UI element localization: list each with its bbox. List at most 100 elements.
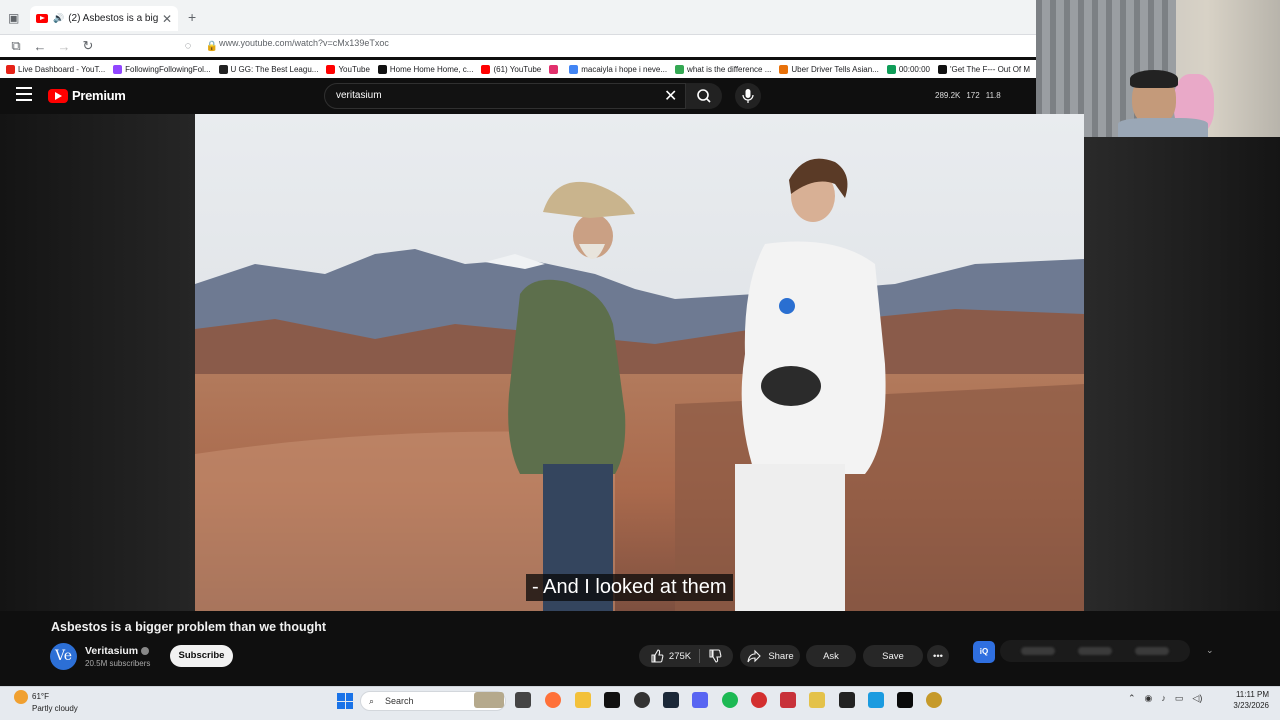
clock-date: 3/23/2026 [1233, 701, 1269, 710]
tab-title: (2) Asbestos is a bigger pro [68, 13, 158, 24]
red-app-icon[interactable] [751, 692, 767, 708]
ask-button[interactable]: Ask [806, 645, 856, 667]
weather-widget[interactable]: 61°F Partly cloudy [14, 690, 78, 713]
stat-other: 11.8 [985, 91, 1001, 100]
weather-icon [14, 690, 28, 704]
search-icon [697, 89, 711, 103]
search-highlight-image [474, 692, 504, 708]
microphone-icon [742, 89, 754, 103]
reload-icon[interactable]: ↻ [76, 38, 100, 54]
mic-tray-icon[interactable]: ♪ [1161, 693, 1166, 704]
file-explorer-icon[interactable] [575, 692, 591, 708]
share-icon [747, 649, 762, 663]
bookmark-item[interactable]: YouTube [326, 64, 370, 74]
task-view-icon[interactable] [515, 692, 531, 708]
system-tray: ⌃ ◉ ♪ ▭ ◁) [1128, 693, 1202, 704]
video-title: Asbestos is a bigger problem than we tho… [51, 620, 327, 634]
weather-condition: Partly cloudy [32, 704, 78, 713]
bookmark-item[interactable]: Uber Driver Tells Asian... [779, 64, 879, 74]
spotify-icon[interactable] [722, 692, 738, 708]
capcut-icon[interactable] [604, 692, 620, 708]
video-caption: - And I looked at them [526, 574, 733, 601]
volume-icon[interactable]: ◁) [1192, 693, 1202, 704]
verified-icon [141, 647, 150, 656]
cursor-app-icon[interactable] [897, 692, 913, 708]
youtube-logo-icon [48, 88, 68, 103]
speaker-icon[interactable]: 🔊 [53, 13, 64, 24]
bookmark-item[interactable]: what is the difference ... [675, 64, 771, 74]
more-icon: ••• [933, 650, 943, 662]
bookmark-item[interactable]: Home Home Home, c... [377, 64, 473, 74]
ask-label: Ask [823, 650, 839, 662]
firefox-icon[interactable] [545, 692, 561, 708]
temperature: 61°F [32, 692, 49, 702]
new-tab-icon[interactable]: + [188, 9, 196, 25]
bookmark-item[interactable]: 00:00:00 [886, 64, 930, 74]
more-actions-button[interactable]: ••• [927, 645, 949, 667]
network-icon[interactable]: ◉ [1145, 693, 1153, 704]
chevron-down-icon[interactable]: ⌄ [1206, 645, 1214, 656]
clock[interactable]: 11:11 PM 3/23/2026 [1225, 689, 1269, 711]
subscriber-count: 20.5M subscribers [85, 659, 151, 668]
share-button[interactable]: Share [740, 645, 800, 667]
bookmark-item[interactable] [549, 64, 561, 74]
search-button[interactable] [686, 83, 722, 109]
tray-overflow-icon[interactable]: ⌃ [1128, 693, 1136, 704]
address-bar[interactable]: www.youtube.com/watch?v=cMx139eTxoc [219, 38, 389, 48]
obs-icon[interactable] [634, 692, 650, 708]
forward-icon[interactable]: → [52, 39, 76, 54]
video-frame [195, 114, 1084, 611]
gold-app-icon[interactable] [926, 692, 942, 708]
menu-icon[interactable] [16, 87, 32, 101]
yellow-app-icon[interactable] [809, 692, 825, 708]
clear-search-icon[interactable]: ✕ [664, 86, 677, 106]
thumbs-up-icon [651, 649, 664, 663]
channel-name-text: Veritasium [85, 645, 139, 657]
taskbar-search-placeholder: Search [385, 696, 414, 706]
channel-avatar[interactable]: Ve [50, 643, 77, 670]
bookmark-item[interactable]: U GG: The Best Leagu... [218, 64, 318, 74]
like-dislike-group: 275K [639, 645, 733, 667]
shield-icon[interactable]: ◌ [176, 40, 200, 52]
search-input[interactable]: veritasium [324, 83, 686, 109]
video-side-right [1084, 137, 1280, 611]
thumbs-down-icon[interactable] [708, 649, 722, 663]
riot-icon[interactable] [780, 692, 796, 708]
stat-watching: 172 [966, 91, 980, 100]
clock-time: 11:11 PM [1235, 690, 1269, 699]
blue-app-icon[interactable] [868, 692, 884, 708]
bookmark-item[interactable]: 'Get The F--- Out Of M [937, 64, 1030, 74]
bookmark-item[interactable]: FollowingFollowingFol... [113, 64, 211, 74]
youtube-premium-logo[interactable]: Premium [48, 88, 126, 103]
youtube-favicon-icon [36, 14, 48, 23]
tab-list-icon[interactable]: ▣ [8, 11, 19, 25]
steam-icon[interactable] [663, 692, 679, 708]
video-player[interactable] [195, 114, 1084, 611]
discord-icon[interactable] [692, 692, 708, 708]
tab-close-icon[interactable]: ✕ [162, 12, 172, 26]
bookmark-item[interactable]: Live Dashboard - YouT... [6, 64, 105, 74]
back-icon[interactable]: ← [28, 39, 52, 54]
save-button[interactable]: Save [863, 645, 923, 667]
bookmark-item[interactable]: (61) YouTube [481, 64, 541, 74]
like-button[interactable]: 275K [650, 649, 691, 663]
display-icon[interactable]: ▭ [1175, 693, 1184, 704]
dark-app-icon[interactable] [839, 692, 855, 708]
channel-name[interactable]: Veritasium [85, 645, 150, 657]
browser-tab-active[interactable]: 🔊 (2) Asbestos is a bigger pro ✕ [30, 6, 178, 31]
bookmark-item[interactable]: macaiyla i hope i neve... [569, 64, 667, 74]
logo-text: Premium [72, 88, 126, 103]
blurred-extension-bar [1000, 640, 1190, 662]
streamer-hair [1130, 70, 1178, 88]
voice-search-button[interactable] [735, 83, 761, 109]
sidebar-toggle-icon[interactable]: ⧉ [4, 38, 28, 54]
extension-stats: 289.2K 172 11.8 [935, 91, 1001, 100]
share-label: Share [768, 650, 794, 662]
like-count: 275K [668, 650, 692, 662]
bookmarks-bar: Live Dashboard - YouT... FollowingFollow… [0, 60, 1040, 78]
video-side-left [0, 114, 195, 611]
start-button[interactable] [337, 693, 353, 709]
iq-extension-button[interactable]: iQ [973, 641, 995, 663]
subscribe-button[interactable]: Subscribe [170, 645, 233, 667]
save-label: Save [882, 650, 904, 662]
